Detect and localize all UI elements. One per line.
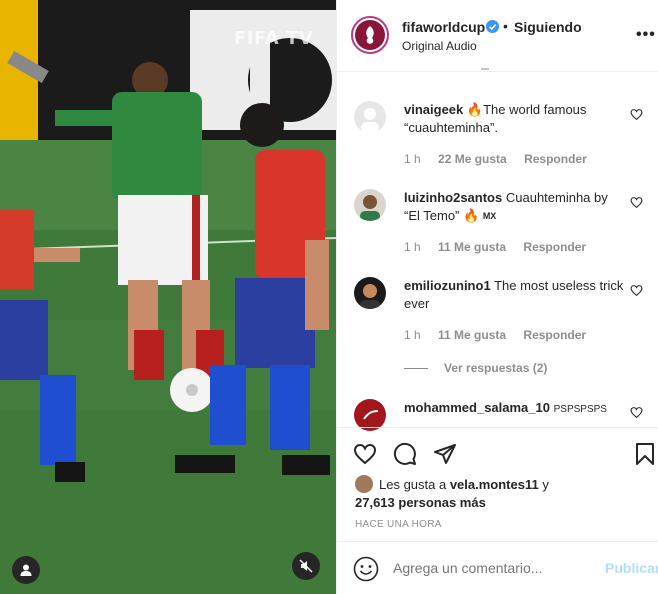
verified-badge-icon (486, 20, 499, 33)
emoji-picker-icon[interactable] (353, 556, 379, 582)
comment-username[interactable]: vinaigeek (404, 102, 463, 117)
comment-likes-count[interactable]: 11 Me gusta (438, 240, 506, 254)
author-username[interactable]: fifaworldcup (402, 19, 485, 35)
commenter-avatar[interactable] (354, 189, 386, 221)
comment-likes-count[interactable]: 22 Me gusta (438, 152, 507, 166)
comment-like-heart-icon[interactable] (630, 196, 643, 209)
separator-dot: • (503, 18, 508, 34)
post-actions: Les gusta a vela.montes11 y 27,613 perso… (337, 427, 658, 541)
commenter-avatar[interactable] (354, 101, 386, 133)
speaker-muted-icon (299, 559, 313, 573)
share-paper-plane-icon[interactable] (433, 442, 457, 466)
view-replies-button[interactable]: Ver respuestas (2) (404, 361, 547, 375)
fire-emoji-icon: 🔥 (466, 102, 484, 117)
fire-emoji-icon: 🔥 (463, 208, 480, 223)
likes-prefix: Les gusta a (379, 477, 450, 492)
reply-button[interactable]: Responder (524, 152, 587, 166)
following-button[interactable]: Siguiendo (514, 19, 582, 35)
comment-time: 1 h (404, 152, 421, 166)
post-video[interactable]: FIFA TV (0, 0, 336, 594)
comment-username[interactable]: luizinho2santos (404, 190, 502, 205)
comment-composer: Publicar (337, 541, 658, 594)
mexico-flag: MX (482, 211, 497, 221)
more-options-icon[interactable]: ••• (636, 26, 656, 44)
replies-divider (404, 367, 428, 369)
video-frame (0, 0, 336, 594)
comment-likes-count[interactable]: 11 Me gusta (438, 328, 506, 342)
comment-time: 1 h (404, 328, 421, 342)
comment-username[interactable]: emiliozunino1 (404, 278, 491, 293)
publish-button[interactable]: Publicar (605, 560, 658, 576)
comment-time: 1 h (404, 240, 421, 254)
reply-button[interactable]: Responder (523, 240, 586, 254)
reply-button[interactable]: Responder (523, 328, 586, 342)
mute-button[interactable] (292, 552, 320, 580)
liker-avatar[interactable] (355, 475, 373, 493)
comment-input[interactable] (393, 560, 573, 576)
comment-text: PSPSPSPS (553, 404, 607, 415)
comment-bubble-icon[interactable] (393, 442, 417, 466)
comment-like-heart-icon[interactable] (630, 406, 643, 419)
likes-suffix: y (538, 477, 549, 492)
liker-username[interactable]: vela.montes11 (450, 477, 539, 492)
world-cup-logo-icon (366, 26, 374, 44)
audio-link[interactable]: Original Audio (402, 39, 477, 53)
author-avatar[interactable] (351, 16, 389, 54)
comment-like-heart-icon[interactable] (630, 108, 643, 121)
comment-like-heart-icon[interactable] (630, 284, 643, 297)
comment-list[interactable]: vinaigeek 🔥The world famous “cuauhteminh… (337, 73, 658, 437)
comment-username[interactable]: mohammed_salama_10 (404, 400, 550, 415)
scroll-indicator (481, 68, 489, 70)
likes-summary: Les gusta a vela.montes11 y 27,613 perso… (355, 475, 549, 512)
user-tags-button[interactable] (12, 556, 40, 584)
post-header: fifaworldcup • Siguiendo Original Audio … (337, 0, 658, 72)
post-timestamp[interactable]: HACE UNA HORA (355, 519, 442, 530)
save-bookmark-icon[interactable] (633, 442, 657, 466)
like-heart-icon[interactable] (353, 442, 377, 466)
user-tag-icon (20, 564, 32, 576)
likes-count[interactable]: 27,613 personas más (355, 494, 549, 512)
view-replies-label: Ver respuestas (2) (444, 361, 548, 375)
fifa-tv-watermark: FIFA TV (234, 28, 314, 49)
post-side-panel: fifaworldcup • Siguiendo Original Audio … (336, 0, 658, 594)
commenter-avatar[interactable] (354, 277, 386, 309)
